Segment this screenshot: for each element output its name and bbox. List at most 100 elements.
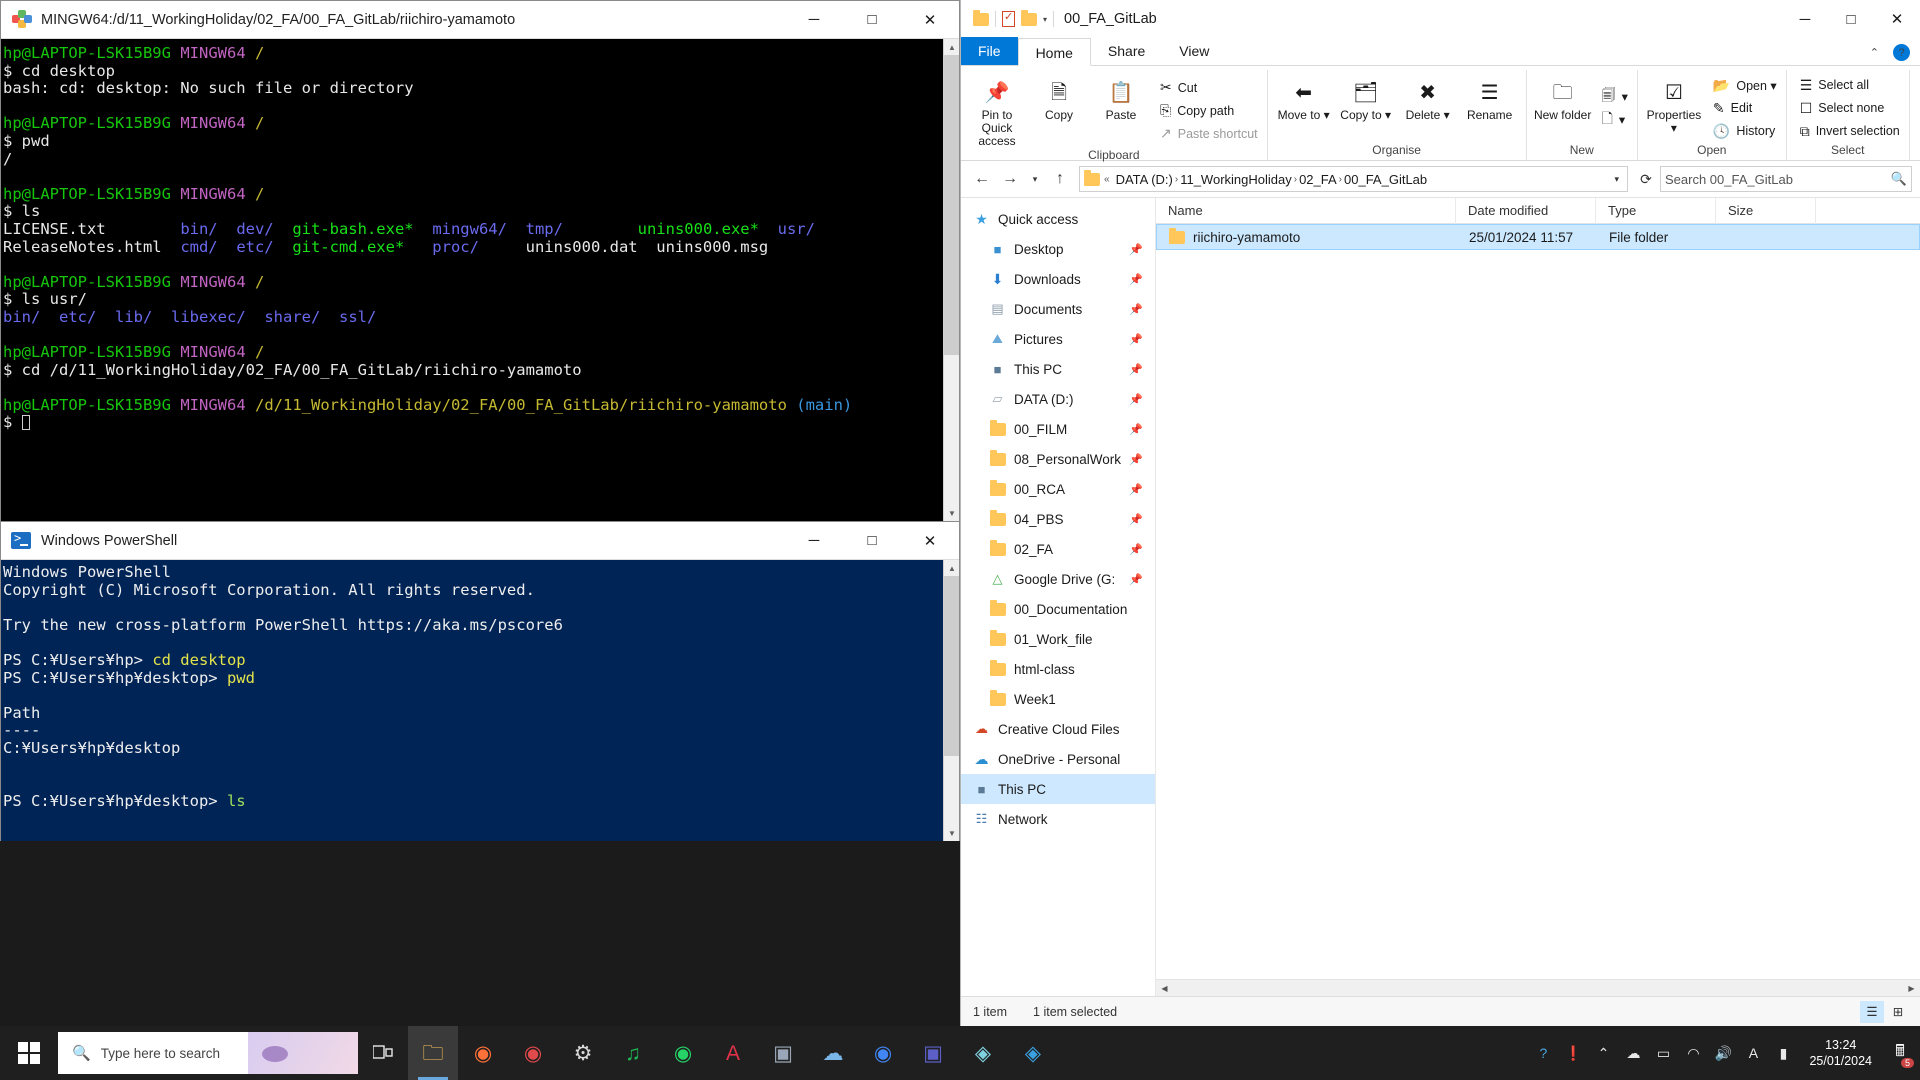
scrollbar-thumb[interactable] (944, 55, 959, 355)
column-header-name[interactable]: Name (1156, 198, 1456, 224)
folder-icon[interactable] (973, 9, 989, 26)
battery-tray-icon[interactable]: ▮ (1769, 1026, 1797, 1080)
warning-tray-icon[interactable]: ❗ (1559, 1026, 1587, 1080)
vscode-taskbar-button[interactable]: ◈ (1008, 1026, 1058, 1080)
onedrive-taskbar-button[interactable]: ☁ (808, 1026, 858, 1080)
scroll-down-icon[interactable]: ▼ (944, 505, 959, 521)
select-all-button[interactable]: ☰ Select all (1796, 74, 1904, 97)
scrollbar-thumb[interactable] (944, 576, 959, 756)
sidebar-item-00-rca[interactable]: 00_RCA 📌 (961, 474, 1155, 504)
select-none-button[interactable]: ☐ Select none (1796, 97, 1904, 120)
breadcrumb-item[interactable]: 00_FA_GitLab (1342, 172, 1429, 187)
search-input[interactable]: Search 00_FA_GitLab 🔍 (1660, 166, 1912, 192)
cut-button[interactable]: ✂ Cut (1156, 76, 1262, 99)
forward-button[interactable]: → (997, 166, 1023, 192)
pin-icon[interactable]: 📌 (1129, 453, 1143, 466)
volume-tray-icon[interactable]: 🔊 (1709, 1026, 1737, 1080)
powershell-scrollbar[interactable]: ▲ ▼ (943, 560, 959, 841)
pin-icon[interactable]: 📌 (1129, 303, 1143, 316)
edit-button[interactable]: ✎ Edit (1709, 97, 1781, 120)
sidebar-item-html-class[interactable]: html-class (961, 654, 1155, 684)
tab-view[interactable]: View (1162, 37, 1226, 65)
system-tray[interactable]: ? ❗ ⌃ ☁ ▭ ◠ 🔊 A ▮ 13:24 25/01/2024 🖩 5 (1529, 1026, 1920, 1080)
pin-icon[interactable]: 📌 (1129, 423, 1143, 436)
explorer-maximize-button[interactable]: □ (1828, 0, 1874, 38)
sidebar-item-downloads[interactable]: ⬇ Downloads 📌 (961, 264, 1155, 294)
sidebar-item-quick-access[interactable]: ★ Quick access (961, 204, 1155, 234)
column-header-date-modified[interactable]: Date modified (1456, 198, 1596, 224)
new-folder-button[interactable]: 🗀 New folder (1532, 73, 1594, 143)
mingw64-scrollbar[interactable]: ▲ ▼ (943, 39, 959, 521)
firefox-taskbar-button[interactable]: ◉ (458, 1026, 508, 1080)
audacity-taskbar-button[interactable]: ◉ (508, 1026, 558, 1080)
up-button[interactable]: ↑ (1047, 166, 1073, 192)
sidebar-item-04-pbs[interactable]: 04_PBS 📌 (961, 504, 1155, 534)
copy-to-button[interactable]: 🗂 Copy to ▾ (1335, 73, 1397, 143)
paste-button[interactable]: 📋 Paste (1090, 73, 1152, 148)
taskbar-apps[interactable]: 🗀 ◉ ◉ ⚙ ♫ ◉ A ▣ ☁ ◉ ▣ ◈ ◈ (408, 1026, 1058, 1080)
taskbar-clock[interactable]: 13:24 25/01/2024 (1799, 1037, 1882, 1069)
sidebar-item-02-fa[interactable]: 02_FA 📌 (961, 534, 1155, 564)
breadcrumb-item[interactable]: 02_FA (1297, 172, 1339, 187)
file-explorer-window[interactable]: ▾ 00_FA_GitLab ─ □ ✕ FileHomeShareView ⌃?… (960, 0, 1920, 1026)
powershell-minimize-button[interactable]: ─ (785, 522, 843, 559)
invert-selection-button[interactable]: ⧉ Invert selection (1796, 120, 1904, 143)
explorer-titlebar[interactable]: ▾ 00_FA_GitLab ─ □ ✕ (961, 0, 1920, 38)
sidebar-item-documents[interactable]: ▤ Documents 📌 (961, 294, 1155, 324)
ribbon[interactable]: 📌 Pin to Quick access 🗎 Copy 📋 Paste ✂ Cut ⎘ Copy… (961, 66, 1920, 162)
unity-taskbar-button[interactable]: ◈ (958, 1026, 1008, 1080)
delete-button[interactable]: ✖ Delete ▾ (1397, 73, 1459, 143)
column-headers[interactable]: Name Date modified Type Size ⌃ (1156, 198, 1920, 224)
sidebar-item-week1[interactable]: Week1 (961, 684, 1155, 714)
file-list-pane[interactable]: Name Date modified Type Size ⌃ riichiro-yama… (1156, 198, 1920, 996)
address-bar[interactable]: « DATA (D:) › 11_WorkingHoliday › 02_FA › 00_F… (1079, 166, 1628, 192)
refresh-button[interactable]: ⟳ (1634, 166, 1658, 192)
breadcrumb[interactable]: DATA (D:) › 11_WorkingHoliday › 02_FA › 00_FA_… (1114, 172, 1430, 187)
new-folder-icon[interactable] (1021, 9, 1037, 26)
ribbon-controls[interactable]: ⌃? (1870, 44, 1910, 61)
navigation-bar[interactable]: ← → ▾ ↑ « DATA (D:) › 11_WorkingHoliday › 02… (961, 161, 1920, 197)
mingw64-minimize-button[interactable]: ─ (785, 1, 843, 39)
sidebar-item-this-pc[interactable]: ■ This PC (961, 774, 1155, 804)
onedrive-tray-icon[interactable]: ☁ (1619, 1026, 1647, 1080)
column-header-type[interactable]: Type (1596, 198, 1716, 224)
help-icon[interactable]: ? (1893, 44, 1910, 61)
open-button[interactable]: 📂 Open ▾ (1709, 74, 1781, 97)
sidebar-item-pictures[interactable]: ⛰ Pictures 📌 (961, 324, 1155, 354)
sidebar-item-data-d[interactable]: ▱ DATA (D:) 📌 (961, 384, 1155, 414)
new-item-button[interactable]: 🗐 ▾ (1598, 85, 1632, 108)
tab-share[interactable]: Share (1091, 37, 1162, 65)
properties-button[interactable]: ☑ Properties ▾ (1643, 73, 1705, 143)
move-to-button[interactable]: ⬅ Move to ▾ (1273, 73, 1335, 143)
whatsapp-taskbar-button[interactable]: ◉ (658, 1026, 708, 1080)
sidebar-item-this-pc[interactable]: ■ This PC 📌 (961, 354, 1155, 384)
breadcrumb-item[interactable]: DATA (D:) (1114, 172, 1175, 187)
sidebar-item-onedrive-personal[interactable]: ☁ OneDrive - Personal (961, 744, 1155, 774)
notification-center-button[interactable]: 🖩 5 (1884, 1026, 1916, 1080)
file-rows[interactable]: riichiro-yamamoto 25/01/2024 11:57 File fo… (1156, 224, 1920, 979)
powershell-maximize-button[interactable]: □ (843, 522, 901, 559)
show-hidden-icons-button[interactable]: ⌃ (1589, 1026, 1617, 1080)
file-explorer-taskbar-button[interactable]: 🗀 (408, 1026, 458, 1080)
sidebar-item-google-drive-g[interactable]: △ Google Drive (G: 📌 (961, 564, 1155, 594)
wifi-tray-icon[interactable]: ◠ (1679, 1026, 1707, 1080)
easy-access-button[interactable]: 🗋 ▾ (1598, 108, 1632, 131)
scroll-up-icon[interactable]: ▲ (944, 39, 959, 55)
column-header-size[interactable]: Size (1716, 198, 1816, 224)
scrollbar-track[interactable] (1173, 979, 1903, 996)
mingw64-maximize-button[interactable]: □ (843, 1, 901, 39)
mingw64-console[interactable]: hp@LAPTOP-LSK15B9G MINGW64 /$ cd desktop… (1, 39, 959, 521)
chrome-taskbar-button[interactable]: ◉ (858, 1026, 908, 1080)
sidebar-item-network[interactable]: ☷ Network (961, 804, 1155, 834)
sidebar-item-00-documentation[interactable]: 00_Documentation (961, 594, 1155, 624)
powershell-close-button[interactable]: ✕ (901, 522, 959, 559)
rename-button[interactable]: ☰ Rename (1459, 73, 1521, 143)
task-view-button[interactable] (358, 1026, 408, 1080)
powershell-console[interactable]: Windows PowerShell Copyright (C) Microsof… (1, 560, 959, 841)
pin-icon[interactable]: 📌 (1129, 243, 1143, 256)
paste-shortcut-button[interactable]: ↗ Paste shortcut (1156, 122, 1262, 145)
store-taskbar-button[interactable]: ▣ (758, 1026, 808, 1080)
help-tray-icon[interactable]: ? (1529, 1026, 1557, 1080)
pin-icon[interactable]: 📌 (1129, 393, 1143, 406)
taskbar-search-box[interactable]: 🔍 Type here to search (58, 1032, 358, 1074)
